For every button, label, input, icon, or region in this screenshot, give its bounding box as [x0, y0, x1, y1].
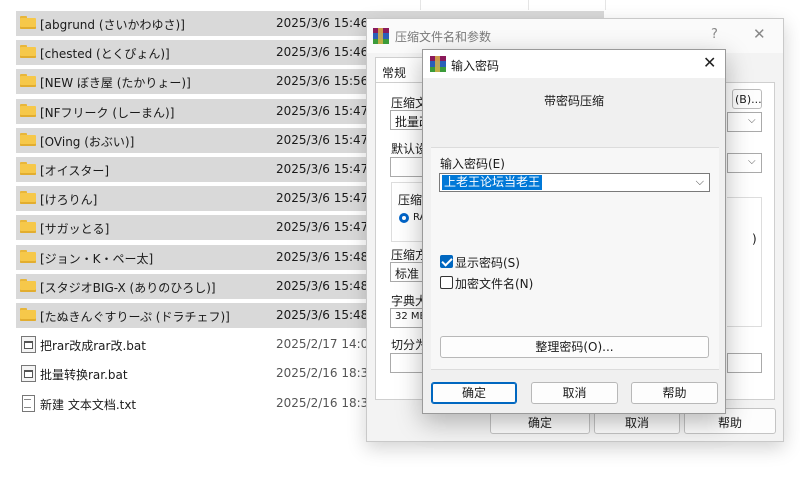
batch-file-icon	[20, 365, 36, 382]
column-divider[interactable]	[528, 0, 529, 10]
folder-icon	[20, 16, 36, 30]
split-unit-field[interactable]	[727, 353, 762, 373]
batch-file-icon	[20, 336, 36, 353]
encrypt-filenames-label[interactable]: 加密文件名(N)	[455, 275, 533, 292]
folder-icon	[20, 133, 36, 147]
format-label: 压缩	[398, 193, 423, 207]
partial-paren: )	[752, 232, 757, 246]
password-input[interactable]: 上老王论坛当老王 ⌵	[439, 173, 710, 192]
file-date: 2025/3/6 15:46	[276, 16, 369, 30]
rar-radio[interactable]	[399, 213, 409, 223]
password-dialog: 输入密码 ✕ 带密码压缩	[422, 49, 726, 414]
folder-icon	[20, 220, 36, 234]
encrypt-filenames-checkbox[interactable]	[440, 276, 453, 289]
show-password-checkbox[interactable]	[440, 255, 453, 268]
dictionary-select[interactable]: 32 MB	[390, 308, 424, 328]
file-date: 2025/3/6 15:46	[276, 45, 369, 59]
file-name: 把rar改成rar改.bat	[40, 339, 146, 353]
options-group	[727, 197, 762, 327]
folder-icon	[20, 279, 36, 293]
file-date: 2025/3/6 15:47	[276, 133, 369, 147]
archive-settings-titlebar[interactable]: 压缩文件名和参数 ? ✕	[367, 19, 783, 53]
help-icon[interactable]: ?	[711, 27, 718, 42]
browse-button[interactable]: (B)...	[732, 89, 762, 109]
file-date: 2025/3/6 15:47	[276, 162, 369, 176]
split-field[interactable]	[390, 353, 424, 373]
file-date: 2025/3/6 15:47	[276, 104, 369, 118]
file-name: [オイスター]	[40, 164, 110, 178]
chevron-down-icon: ⌵	[748, 115, 756, 126]
file-date: 2025/2/17 14:07	[276, 337, 376, 351]
file-date: 2025/3/6 15:48	[276, 279, 369, 293]
password-ok-button[interactable]: 确定	[431, 382, 517, 404]
chevron-down-icon[interactable]: ⌵	[696, 175, 704, 189]
password-dialog-titlebar[interactable]: 输入密码 ✕	[423, 50, 725, 78]
profile-field[interactable]	[390, 157, 424, 177]
file-date: 2025/3/6 15:47	[276, 220, 369, 234]
file-name: [たぬきんぐすりーぷ (ドラチェフ)]	[40, 310, 230, 324]
password-value: 上老王论坛当老王	[442, 175, 543, 190]
file-date: 2025/3/6 15:47	[276, 191, 369, 205]
profile-select[interactable]: ⌵	[727, 153, 762, 173]
password-dialog-title: 输入密码	[451, 59, 500, 73]
file-date: 2025/3/6 15:48	[276, 250, 369, 264]
folder-icon	[20, 250, 36, 264]
file-date: 2025/2/16 18:31	[276, 396, 376, 410]
password-dialog-subtitle: 带密码压缩	[543, 94, 604, 108]
password-cancel-button[interactable]: 取消	[531, 382, 618, 404]
file-name: [サガッとる]	[40, 222, 110, 236]
method-select[interactable]: 标准	[390, 262, 424, 282]
file-name: [OVing (おぶい)]	[40, 135, 135, 149]
folder-icon	[20, 74, 36, 88]
file-name: 批量转换rar.bat	[40, 368, 128, 382]
file-name: [chested (とくぴょん)]	[40, 47, 170, 61]
folder-icon	[20, 191, 36, 205]
password-label: 输入密码(E)	[440, 157, 505, 171]
file-name: [けろりん]	[40, 193, 98, 207]
folder-icon	[20, 104, 36, 118]
winrar-icon	[430, 56, 446, 72]
winrar-icon	[373, 28, 389, 44]
close-icon[interactable]: ✕	[703, 53, 716, 72]
file-name: 新建 文本文档.txt	[40, 398, 137, 412]
password-help-button[interactable]: 帮助	[631, 382, 718, 404]
text-file-icon	[20, 395, 36, 412]
update-mode-select[interactable]: ⌵	[727, 112, 762, 132]
column-divider[interactable]	[420, 0, 421, 10]
organize-passwords-button[interactable]: 整理密码(O)...	[440, 336, 709, 358]
folder-icon	[20, 308, 36, 322]
file-date: 2025/3/6 15:56	[276, 74, 369, 88]
tab-general[interactable]: 常规	[375, 57, 423, 83]
file-name: [NEW ぼき屋 (たかりょー)]	[40, 76, 191, 90]
archive-name-field[interactable]: 批量改	[390, 110, 424, 130]
column-divider[interactable]	[605, 0, 606, 10]
show-password-label[interactable]: 显示密码(S)	[455, 254, 520, 271]
chevron-down-icon: ⌵	[748, 156, 756, 167]
folder-icon	[20, 45, 36, 59]
file-date: 2025/3/6 15:48	[276, 308, 369, 322]
file-name: [ジョン・K・ペー太]	[40, 252, 154, 266]
file-date: 2025/2/16 18:33	[276, 366, 376, 380]
file-name: [abgrund (さいかわゆさ)]	[40, 18, 185, 32]
file-name: [NFフリーク (しーまん)]	[40, 106, 175, 120]
close-icon[interactable]: ✕	[753, 25, 766, 43]
file-name: [スタジオBIG-X (ありのひろし)]	[40, 281, 216, 295]
archive-settings-title: 压缩文件名和参数	[395, 30, 492, 44]
folder-icon	[20, 162, 36, 176]
